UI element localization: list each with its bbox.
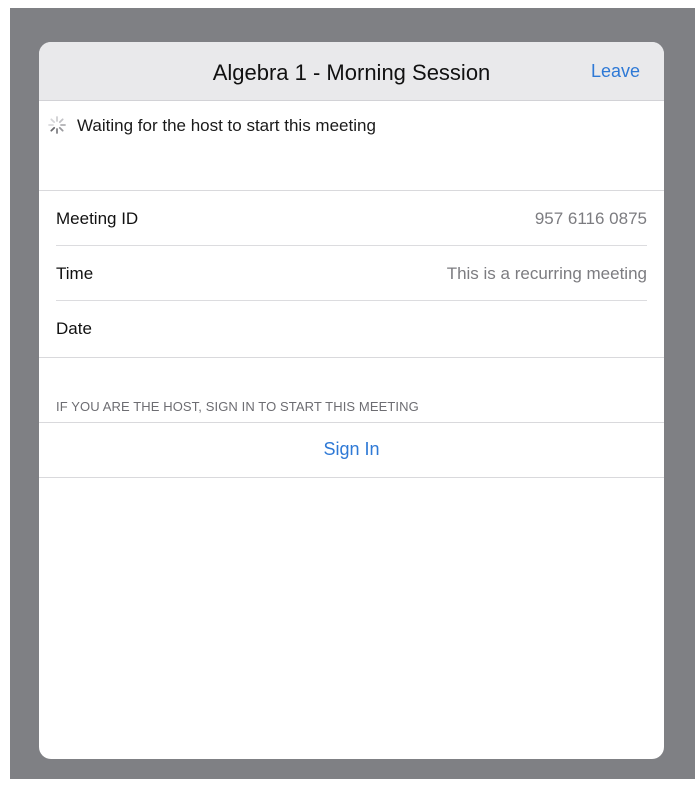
waiting-status-text: Waiting for the host to start this meeti…	[77, 116, 376, 135]
section-divider	[39, 357, 664, 358]
time-value: This is a recurring meeting	[446, 264, 647, 283]
date-row: Date	[39, 301, 664, 356]
host-section-header: IF YOU ARE THE HOST, SIGN IN TO START TH…	[56, 399, 419, 414]
waiting-status: Waiting for the host to start this meeti…	[39, 101, 664, 191]
section-divider	[39, 477, 664, 478]
loading-spinner-icon	[48, 116, 66, 134]
sign-in-button[interactable]: Sign In	[39, 422, 664, 477]
time-row: Time This is a recurring meeting	[39, 246, 664, 301]
dialog-header: Algebra 1 - Morning Session Leave	[39, 42, 664, 101]
leave-button[interactable]: Leave	[591, 42, 640, 101]
dialog-title: Algebra 1 - Morning Session	[212, 60, 491, 85]
meeting-id-value: 957 6116 0875	[534, 209, 647, 228]
meeting-waiting-dialog: Algebra 1 - Morning Session Leave Waitin…	[39, 42, 664, 759]
time-label: Time	[56, 264, 94, 283]
meeting-id-row: Meeting ID 957 6116 0875	[39, 191, 664, 246]
date-label: Date	[56, 319, 92, 338]
meeting-id-label: Meeting ID	[56, 209, 139, 228]
